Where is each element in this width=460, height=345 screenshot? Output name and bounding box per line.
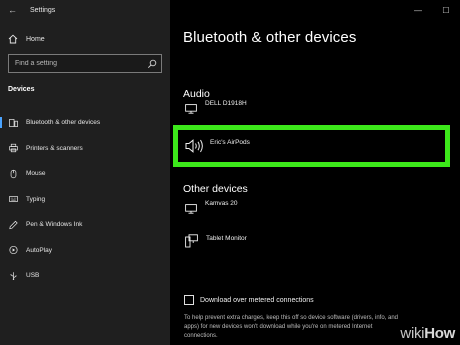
sidebar-item-typing[interactable]: Typing bbox=[0, 187, 170, 213]
monitor-icon bbox=[185, 204, 197, 214]
bluetooth-devices-icon bbox=[9, 118, 18, 127]
nav-home[interactable]: Home bbox=[8, 34, 45, 44]
back-arrow-icon[interactable]: ← bbox=[8, 5, 22, 15]
device-name: Tablet Monitor bbox=[206, 234, 247, 242]
page-title: Bluetooth & other devices bbox=[183, 29, 357, 46]
sidebar-item-label: Typing bbox=[26, 195, 46, 203]
window-title: Settings bbox=[30, 6, 56, 14]
minimize-button[interactable]: — bbox=[404, 0, 432, 20]
printer-icon bbox=[9, 144, 18, 153]
metered-download-option[interactable]: Download over metered connections bbox=[184, 295, 314, 305]
metered-checkbox-label: Download over metered connections bbox=[200, 296, 314, 304]
section-label-devices: Devices bbox=[8, 86, 35, 93]
window-controls: — ☐ bbox=[404, 0, 460, 20]
settings-sidebar: ← Settings Home Devices Bluetooth & othe… bbox=[0, 0, 170, 345]
device-name: DELL D1918H bbox=[205, 99, 247, 107]
device-name: Kamvas 20 bbox=[205, 199, 238, 207]
search-box[interactable] bbox=[8, 54, 162, 73]
other-devices-heading: Other devices bbox=[183, 183, 248, 195]
audio-heading: Audio bbox=[183, 88, 210, 100]
device-airpods[interactable]: Eric's AirPods bbox=[185, 139, 250, 153]
device-kamvas[interactable]: Kamvas 20 bbox=[185, 200, 238, 214]
sidebar-item-label: Printers & scanners bbox=[26, 144, 83, 152]
usb-icon bbox=[10, 271, 17, 280]
maximize-button[interactable]: ☐ bbox=[432, 0, 460, 20]
sidebar-item-autoplay[interactable]: AutoPlay bbox=[0, 238, 170, 264]
autoplay-icon bbox=[9, 246, 18, 255]
sidebar-item-label: Pen & Windows Ink bbox=[26, 221, 83, 229]
nav-home-label: Home bbox=[26, 35, 45, 43]
mouse-icon bbox=[10, 169, 17, 178]
keyboard-icon bbox=[9, 196, 18, 203]
main-pane: — ☐ Bluetooth & other devices Audio DELL… bbox=[170, 0, 460, 345]
metered-help-text: To help prevent extra charges, keep this… bbox=[184, 315, 399, 339]
metered-checkbox[interactable] bbox=[184, 295, 194, 305]
title-bar: ← Settings bbox=[0, 0, 170, 20]
wikihow-watermark: wikiHow bbox=[400, 325, 455, 342]
sidebar-item-label: AutoPlay bbox=[26, 246, 53, 254]
sidebar-item-label: Bluetooth & other devices bbox=[26, 119, 101, 127]
search-input[interactable] bbox=[9, 55, 161, 72]
device-name: Eric's AirPods bbox=[210, 138, 250, 146]
sidebar-item-label: USB bbox=[26, 272, 40, 280]
monitor-icon bbox=[185, 104, 197, 114]
sidebar-item-usb[interactable]: USB bbox=[0, 263, 170, 289]
search-icon[interactable] bbox=[147, 59, 157, 69]
sidebar-item-printers[interactable]: Printers & scanners bbox=[0, 136, 170, 162]
sidebar-item-pen[interactable]: Pen & Windows Ink bbox=[0, 212, 170, 238]
sidebar-item-mouse[interactable]: Mouse bbox=[0, 161, 170, 187]
sidebar-item-bluetooth[interactable]: Bluetooth & other devices bbox=[0, 110, 170, 136]
device-dell[interactable]: DELL D1918H bbox=[185, 100, 247, 114]
device-tablet-monitor[interactable]: Tablet Monitor bbox=[185, 234, 247, 248]
tablet-monitor-icon bbox=[185, 234, 198, 248]
pen-icon bbox=[9, 220, 18, 229]
sidebar-item-label: Mouse bbox=[26, 170, 46, 178]
speaker-icon bbox=[185, 139, 203, 153]
home-icon bbox=[8, 34, 18, 44]
sidebar-nav: Bluetooth & other devices Printers & sca… bbox=[0, 110, 170, 289]
